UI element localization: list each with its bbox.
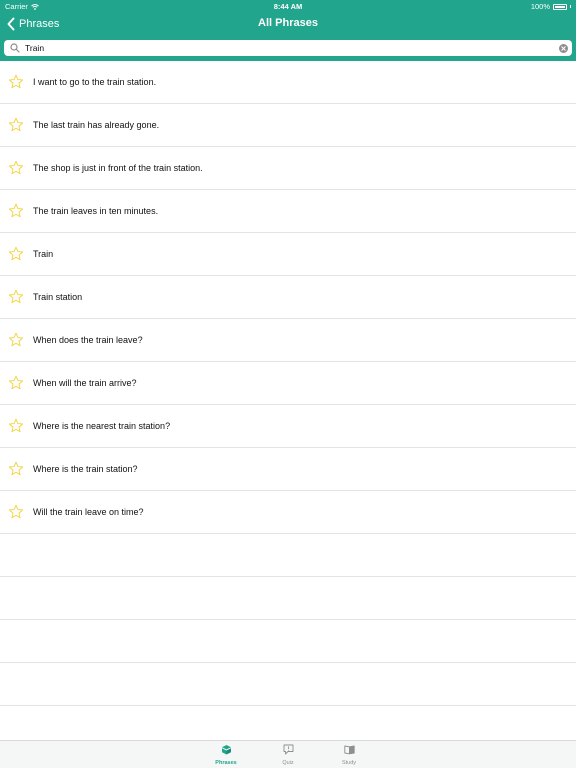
phrase-text: Train station [33, 292, 83, 302]
phrase-text: The train leaves in ten minutes. [33, 206, 159, 216]
star-icon[interactable] [8, 160, 24, 176]
back-button[interactable]: Phrases [6, 15, 59, 33]
status-right: 100% [531, 2, 571, 11]
phrase-text: Train [33, 249, 54, 259]
phrase-text: The last train has already gone. [33, 120, 160, 130]
tab-phrases-label: Phrases [215, 760, 237, 766]
star-icon[interactable] [8, 289, 24, 305]
tab-phrases[interactable]: Phrases [206, 744, 246, 766]
open-book-icon [343, 745, 355, 755]
search-icon [10, 43, 20, 53]
tab-study[interactable]: Study [329, 744, 369, 766]
chevron-left-icon [7, 17, 15, 31]
navigation-bar: Phrases All Phrases [0, 12, 576, 36]
star-icon[interactable] [8, 117, 24, 133]
phrase-row[interactable]: Train [0, 233, 576, 276]
phrase-text: I want to go to the train station. [33, 77, 157, 87]
phrase-row[interactable]: Will the train leave on time? [0, 491, 576, 534]
search-bar [0, 36, 576, 61]
star-icon[interactable] [8, 375, 24, 391]
back-button-label: Phrases [19, 18, 60, 30]
empty-row [0, 577, 576, 620]
battery-percent: 100% [530, 2, 550, 11]
book-stack-icon [221, 745, 231, 755]
phrase-list: I want to go to the train station. The la… [0, 61, 576, 749]
star-icon[interactable] [8, 504, 24, 520]
phrase-text: When does the train leave? [33, 335, 143, 345]
battery-tip [570, 5, 571, 8]
tab-bar: Phrases Quiz Study [0, 740, 576, 768]
phrase-text: Will the train leave on time? [33, 507, 144, 517]
phrase-row[interactable]: Where is the nearest train station? [0, 405, 576, 448]
phrase-row[interactable]: I want to go to the train station. [0, 61, 576, 104]
phrase-text: Where is the train station? [33, 464, 138, 474]
battery-icon [553, 3, 567, 10]
close-icon [561, 45, 566, 51]
page-title: All Phrases [258, 17, 318, 29]
star-icon[interactable] [8, 74, 24, 90]
tab-quiz-label: Quiz [282, 760, 294, 766]
speech-bubble-icon [283, 744, 293, 755]
tab-study-label: Study [341, 760, 357, 766]
search-field[interactable] [4, 40, 572, 56]
star-icon[interactable] [8, 461, 24, 477]
status-bar: Carrier 8:44 AM 100% [0, 0, 576, 12]
star-icon[interactable] [8, 246, 24, 262]
clear-search-button[interactable] [559, 43, 568, 53]
phrase-row[interactable]: Train station [0, 276, 576, 319]
star-icon[interactable] [8, 332, 24, 348]
star-icon[interactable] [8, 203, 24, 219]
phrase-row[interactable]: When does the train leave? [0, 319, 576, 362]
phrase-row[interactable]: The shop is just in front of the train s… [0, 147, 576, 190]
empty-row [0, 534, 576, 577]
phrase-text: The shop is just in front of the train s… [33, 163, 203, 173]
search-input[interactable] [25, 41, 559, 55]
phrase-text: Where is the nearest train station? [33, 421, 171, 431]
phrase-row[interactable]: The train leaves in ten minutes. [0, 190, 576, 233]
phrase-text: When will the train arrive? [33, 378, 137, 388]
star-icon[interactable] [8, 418, 24, 434]
status-time: 8:44 AM [273, 2, 303, 11]
phrase-row[interactable]: The last train has already gone. [0, 104, 576, 147]
empty-row [0, 663, 576, 706]
tab-quiz[interactable]: Quiz [268, 744, 308, 766]
phrase-row[interactable]: When will the train arrive? [0, 362, 576, 405]
phrase-row[interactable]: Where is the train station? [0, 448, 576, 491]
empty-row [0, 620, 576, 663]
